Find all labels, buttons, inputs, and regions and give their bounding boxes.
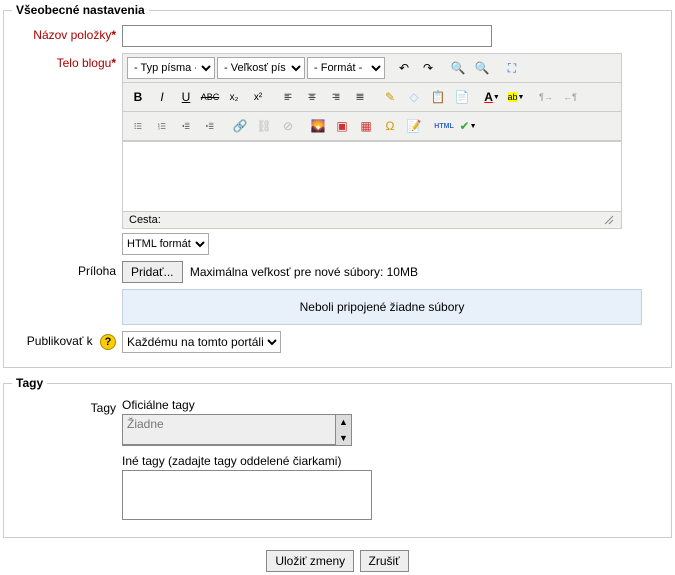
- general-settings-fieldset: Všeobecné nastavenia Názov položky* Telo…: [3, 3, 672, 368]
- paste-text-icon[interactable]: 📋: [427, 86, 449, 108]
- fullscreen-icon[interactable]: ⛶: [501, 57, 523, 79]
- add-file-button[interactable]: Pridať...: [122, 261, 183, 283]
- tags-label: Tagy: [12, 398, 122, 415]
- publish-select[interactable]: Každému na tomto portáli: [122, 331, 281, 353]
- italic-icon[interactable]: I: [151, 86, 173, 108]
- attachment-label: Príloha: [12, 261, 122, 278]
- ltr-icon[interactable]: ¶→: [535, 86, 557, 108]
- general-legend: Všeobecné nastavenia: [12, 3, 149, 17]
- font-color-icon[interactable]: A▼: [481, 86, 503, 108]
- bullet-list-icon[interactable]: [127, 115, 149, 137]
- redo-icon[interactable]: ↷: [417, 57, 439, 79]
- remove-format-icon[interactable]: ◇: [403, 86, 425, 108]
- other-tags-label: Iné tagy (zadajte tagy oddelené čiarkami…: [122, 454, 663, 468]
- help-icon[interactable]: ?: [100, 334, 116, 350]
- official-tags-label: Oficiálne tagy: [122, 398, 663, 412]
- underline-icon[interactable]: U: [175, 86, 197, 108]
- align-center-icon[interactable]: [301, 86, 323, 108]
- align-left-icon[interactable]: [277, 86, 299, 108]
- align-justify-icon[interactable]: [349, 86, 371, 108]
- publish-label: Publikovať k ?: [12, 331, 122, 350]
- other-tags-textarea[interactable]: [122, 470, 372, 520]
- undo-icon[interactable]: ↶: [393, 57, 415, 79]
- title-label: Názov položky*: [12, 25, 122, 42]
- insert-image-icon[interactable]: 🌄: [307, 115, 329, 137]
- official-tags-listbox[interactable]: Žiadne ▲ ▼: [122, 414, 352, 446]
- body-label: Telo blogu*: [12, 53, 122, 70]
- editor-textarea[interactable]: [123, 141, 621, 211]
- html-format-select[interactable]: HTML formát: [122, 233, 209, 255]
- paste-word-icon[interactable]: 📄: [451, 86, 473, 108]
- resize-handle-icon[interactable]: [603, 214, 615, 226]
- scroll-down-icon[interactable]: ▼: [335, 431, 351, 445]
- find-icon[interactable]: 🔍: [447, 57, 469, 79]
- insert-media-icon[interactable]: ▣: [331, 115, 353, 137]
- replace-icon[interactable]: 🔍: [471, 57, 493, 79]
- subscript-icon[interactable]: x₂: [223, 86, 245, 108]
- max-size-text: Maximálna veľkosť pre nové súbory: 10MB: [190, 265, 418, 279]
- rtl-icon[interactable]: ←¶: [559, 86, 581, 108]
- align-right-icon[interactable]: [325, 86, 347, 108]
- rich-text-editor: - Typ písma - - Veľkosť písma - - Formát…: [122, 53, 622, 229]
- font-family-select[interactable]: - Typ písma -: [127, 57, 215, 79]
- strikethrough-icon[interactable]: ABC: [199, 86, 221, 108]
- insert-char-icon[interactable]: Ω: [379, 115, 401, 137]
- tags-legend: Tagy: [12, 376, 47, 390]
- spellcheck-icon[interactable]: ✔▼: [457, 115, 479, 137]
- outdent-icon[interactable]: [175, 115, 197, 137]
- tags-fieldset: Tagy Tagy Oficiálne tagy Žiadne ▲ ▼ Iné …: [3, 376, 672, 538]
- html-source-icon[interactable]: HTML: [433, 115, 455, 137]
- format-select[interactable]: - Formát -: [307, 57, 385, 79]
- editor-path-label: Cesta:: [129, 214, 161, 226]
- title-input[interactable]: [122, 25, 492, 47]
- cleanup-icon[interactable]: ✎: [379, 86, 401, 108]
- numbered-list-icon[interactable]: 123: [151, 115, 173, 137]
- indent-icon[interactable]: [199, 115, 221, 137]
- bold-icon[interactable]: B: [127, 86, 149, 108]
- prevent-autolink-icon[interactable]: ⊘: [277, 115, 299, 137]
- scroll-up-icon[interactable]: ▲: [335, 415, 351, 429]
- official-tags-none: Žiadne: [123, 415, 335, 445]
- unlink-icon[interactable]: ⛓: [253, 115, 275, 137]
- svg-text:3: 3: [158, 126, 160, 130]
- insert-table-icon[interactable]: ▦: [355, 115, 377, 137]
- font-size-select[interactable]: - Veľkosť písma -: [217, 57, 305, 79]
- superscript-icon[interactable]: x²: [247, 86, 269, 108]
- file-drop-zone[interactable]: Neboli pripojené žiadne súbory: [122, 289, 642, 325]
- highlight-icon[interactable]: ab▼: [505, 86, 527, 108]
- edit-html-icon[interactable]: 📝: [403, 115, 425, 137]
- link-icon[interactable]: 🔗: [229, 115, 251, 137]
